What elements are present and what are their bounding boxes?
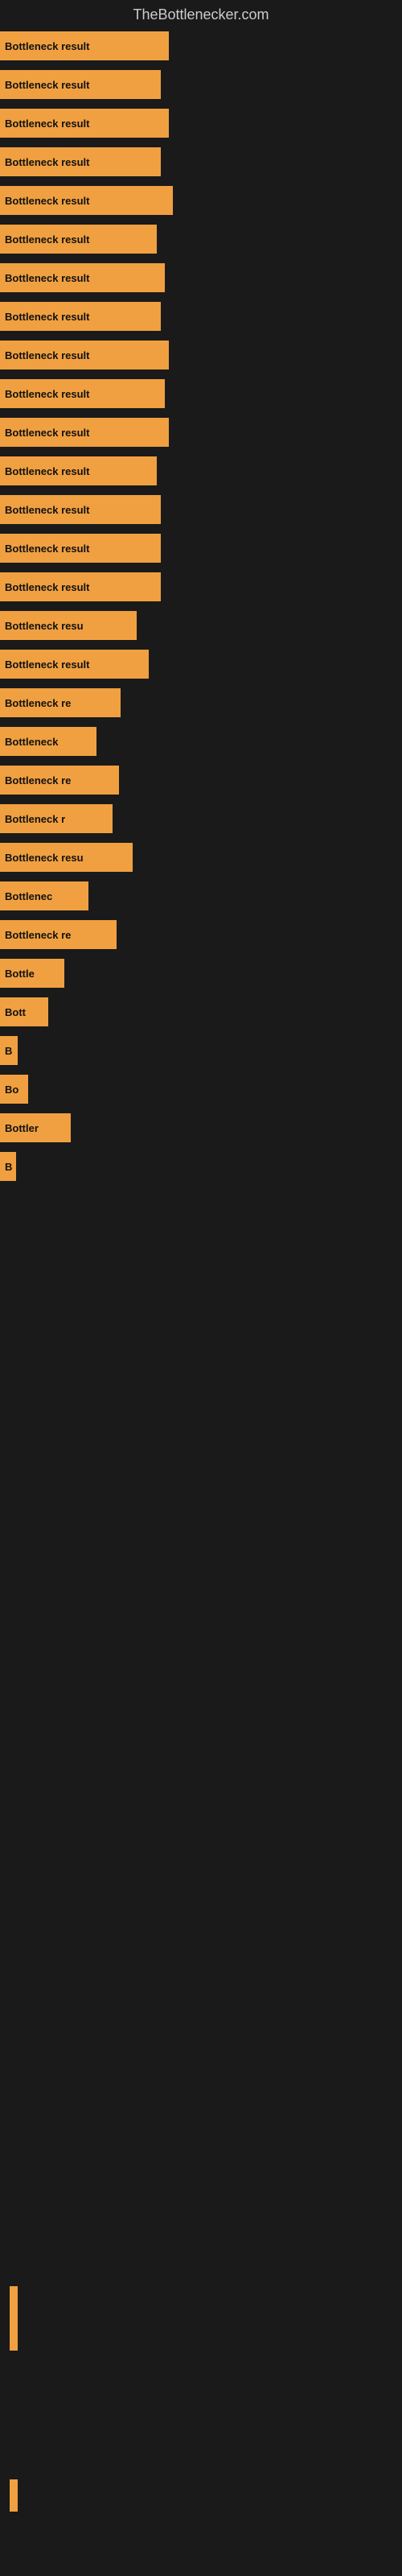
bottleneck-bar-21: Bottleneck resu xyxy=(0,843,133,872)
bottom-vertical-bar-1 xyxy=(10,2286,18,2351)
bottleneck-bar-12: Bottleneck result xyxy=(0,495,161,524)
bar-row-20: Bottleneck r xyxy=(0,799,402,838)
bottleneck-bar-10: Bottleneck result xyxy=(0,418,169,447)
bottleneck-bar-5: Bottleneck result xyxy=(0,225,157,254)
bar-row-14: Bottleneck result xyxy=(0,568,402,606)
site-title: TheBottlenecker.com xyxy=(0,0,402,27)
bottleneck-bar-27: Bo xyxy=(0,1075,28,1104)
bottleneck-bar-13: Bottleneck result xyxy=(0,534,161,563)
bar-row-12: Bottleneck result xyxy=(0,490,402,529)
bar-row-18: Bottleneck xyxy=(0,722,402,761)
bar-row-10: Bottleneck result xyxy=(0,413,402,452)
bar-row-11: Bottleneck result xyxy=(0,452,402,490)
bottleneck-bar-17: Bottleneck re xyxy=(0,688,121,717)
bottleneck-bar-0: Bottleneck result xyxy=(0,31,169,60)
bar-row-23: Bottleneck re xyxy=(0,915,402,954)
bar-row-22: Bottlenec xyxy=(0,877,402,915)
bar-row-13: Bottleneck result xyxy=(0,529,402,568)
bottleneck-bar-8: Bottleneck result xyxy=(0,341,169,369)
bottleneck-bar-20: Bottleneck r xyxy=(0,804,113,833)
bar-row-25: Bott xyxy=(0,993,402,1031)
bottleneck-bar-7: Bottleneck result xyxy=(0,302,161,331)
bar-row-1: Bottleneck result xyxy=(0,65,402,104)
bar-row-21: Bottleneck resu xyxy=(0,838,402,877)
bar-row-3: Bottleneck result xyxy=(0,142,402,181)
bottleneck-bar-18: Bottleneck xyxy=(0,727,96,756)
bar-row-9: Bottleneck result xyxy=(0,374,402,413)
bottleneck-bar-22: Bottlenec xyxy=(0,881,88,910)
bar-row-16: Bottleneck result xyxy=(0,645,402,683)
bottleneck-bar-6: Bottleneck result xyxy=(0,263,165,292)
bar-row-27: Bo xyxy=(0,1070,402,1108)
bottleneck-bar-25: Bott xyxy=(0,997,48,1026)
bar-row-17: Bottleneck re xyxy=(0,683,402,722)
bar-row-2: Bottleneck result xyxy=(0,104,402,142)
bar-row-26: B xyxy=(0,1031,402,1070)
bars-container: Bottleneck result Bottleneck result Bottle… xyxy=(0,27,402,1186)
bottleneck-bar-1: Bottleneck result xyxy=(0,70,161,99)
bar-row-29: B xyxy=(0,1147,402,1186)
bottleneck-bar-29: B xyxy=(0,1152,16,1181)
bar-row-15: Bottleneck resu xyxy=(0,606,402,645)
bar-row-5: Bottleneck result xyxy=(0,220,402,258)
bottleneck-bar-9: Bottleneck result xyxy=(0,379,165,408)
bottleneck-bar-14: Bottleneck result xyxy=(0,572,161,601)
bar-row-6: Bottleneck result xyxy=(0,258,402,297)
bottleneck-bar-2: Bottleneck result xyxy=(0,109,169,138)
bottleneck-bar-23: Bottleneck re xyxy=(0,920,117,949)
bottleneck-bar-11: Bottleneck result xyxy=(0,456,157,485)
bar-row-0: Bottleneck result xyxy=(0,27,402,65)
bottleneck-bar-16: Bottleneck result xyxy=(0,650,149,679)
bottom-vertical-bar-2 xyxy=(10,2479,18,2512)
bar-row-24: Bottle xyxy=(0,954,402,993)
bottleneck-bar-15: Bottleneck resu xyxy=(0,611,137,640)
bar-row-7: Bottleneck result xyxy=(0,297,402,336)
bar-row-19: Bottleneck re xyxy=(0,761,402,799)
bar-row-4: Bottleneck result xyxy=(0,181,402,220)
bottleneck-bar-26: B xyxy=(0,1036,18,1065)
bar-row-28: Bottler xyxy=(0,1108,402,1147)
bottleneck-bar-19: Bottleneck re xyxy=(0,766,119,795)
bottleneck-bar-3: Bottleneck result xyxy=(0,147,161,176)
bar-row-8: Bottleneck result xyxy=(0,336,402,374)
bottleneck-bar-28: Bottler xyxy=(0,1113,71,1142)
bottleneck-bar-4: Bottleneck result xyxy=(0,186,173,215)
bottleneck-bar-24: Bottle xyxy=(0,959,64,988)
